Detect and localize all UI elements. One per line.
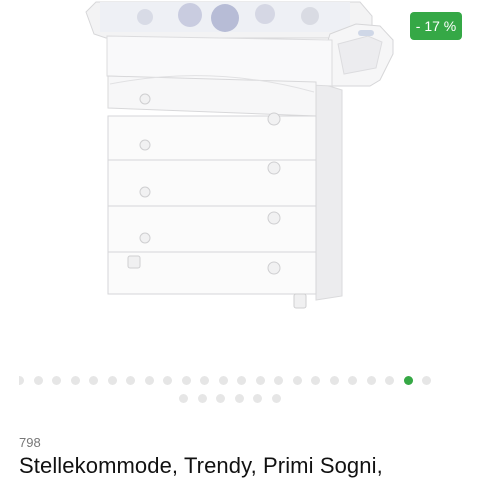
discount-badge: - 17 %	[410, 12, 462, 40]
pager-dot[interactable]	[274, 375, 283, 385]
pager-dot[interactable]	[422, 375, 431, 385]
pager-dot[interactable]	[19, 375, 24, 385]
pager-dot[interactable]	[255, 375, 265, 385]
pager-dot[interactable]	[292, 375, 302, 385]
pager-dot[interactable]	[311, 375, 320, 385]
product-image-gallery[interactable]: - 17 %	[0, 0, 480, 365]
pager-dot[interactable]	[181, 375, 191, 385]
pager-dot[interactable]	[200, 375, 209, 385]
image-pager-row-2[interactable]	[179, 393, 281, 403]
pager-dot[interactable]	[144, 375, 154, 385]
pager-dot[interactable]	[52, 375, 61, 385]
pager-dot[interactable]	[197, 393, 207, 403]
pager-dot[interactable]	[385, 375, 394, 385]
pager-dot[interactable]	[237, 375, 246, 385]
pager-dot[interactable]	[89, 375, 98, 385]
pager-dot[interactable]	[70, 375, 80, 385]
pager-dot[interactable]	[366, 375, 376, 385]
pager-dot[interactable]	[216, 393, 225, 403]
pager-dot[interactable]	[163, 375, 172, 385]
pager-dot[interactable]	[234, 393, 244, 403]
product-image[interactable]	[0, 0, 480, 365]
pager-dot[interactable]	[107, 375, 117, 385]
pager-dot[interactable]	[329, 375, 339, 385]
pager-dot[interactable]	[218, 375, 228, 385]
pager-dot[interactable]	[348, 375, 357, 385]
image-pager[interactable]	[19, 375, 459, 385]
pager-dot-active[interactable]	[403, 375, 413, 385]
pager-dot[interactable]	[33, 375, 43, 385]
pager-dot[interactable]	[179, 393, 188, 403]
pager-dot[interactable]	[271, 393, 281, 403]
pager-dot[interactable]	[253, 393, 262, 403]
product-title: Stellekommode, Trendy, Primi Sogni,	[19, 453, 383, 478]
article-number: 798	[19, 435, 41, 450]
pager-dot[interactable]	[126, 375, 135, 385]
